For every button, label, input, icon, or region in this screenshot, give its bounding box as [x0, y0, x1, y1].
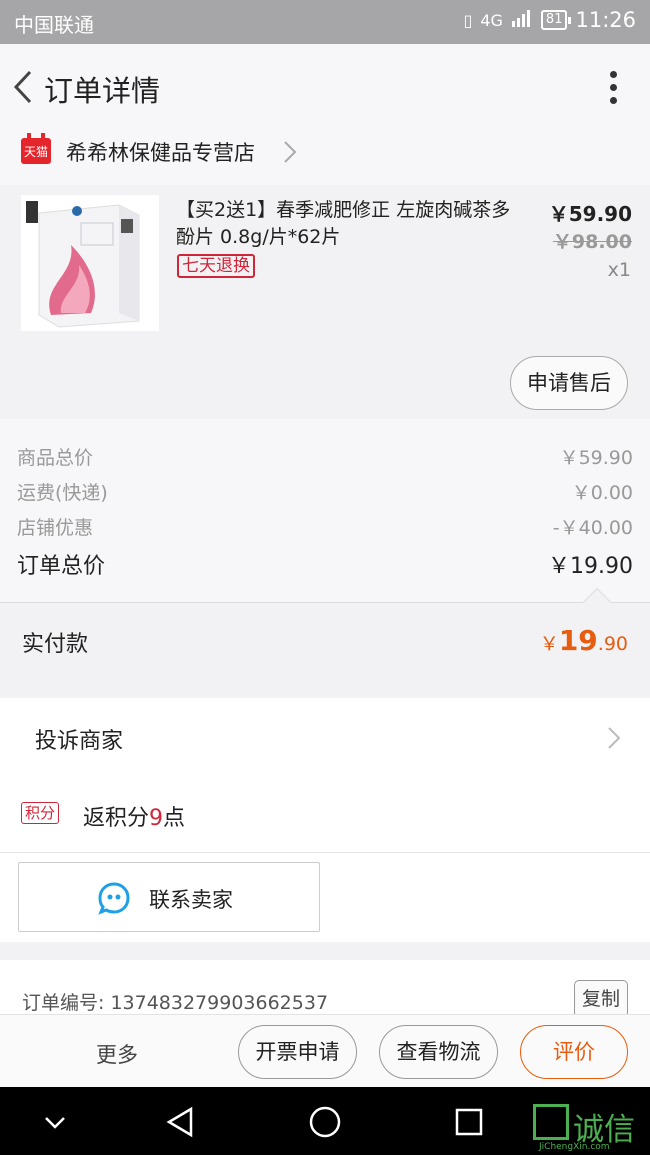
points-prefix: 返积分 [83, 806, 150, 831]
summary-label: 店铺优惠 [17, 517, 94, 539]
payment-decimal: .90 [597, 633, 628, 655]
contact-seller-label: 联系卖家 [149, 888, 233, 912]
carrier-name: 中国联通 [14, 13, 94, 37]
points-number: 9 [149, 806, 164, 831]
product-title[interactable]: 【买2送1】春季减肥修正 左旋肉碱茶多酚片 0.8g/片*62片 [176, 197, 516, 251]
order-number: 订单编号: 137483279903662537 [22, 992, 329, 1014]
order-total-label: 订单总价 [17, 554, 106, 579]
shop-row[interactable]: 天猫 希希林保健品专营店 [0, 130, 650, 185]
vibrate-icon: ▯ [463, 10, 473, 30]
payment-integer: 19 [558, 624, 598, 657]
system-nav-bar: 诚信 JiChengXin.com [0, 1087, 650, 1155]
order-total-value: ￥19.90 [548, 554, 633, 579]
bottom-action-bar: 更多 开票申请 查看物流 评价 [0, 1014, 650, 1087]
more-button[interactable]: 更多 [96, 1039, 138, 1069]
seven-day-return-badge: 七天退换 [177, 254, 255, 278]
product-quantity: x1 [607, 259, 631, 281]
shop-name: 希希林保健品专营店 [66, 141, 255, 165]
actual-payment-value: ￥19.90 [540, 624, 628, 657]
summary-row: 运费(快递) ￥0.00 [17, 478, 633, 505]
summary-value: -￥40.00 [552, 517, 633, 539]
apply-aftersale-button[interactable]: 申请售后 [510, 356, 628, 410]
complain-merchant-label: 投诉商家 [35, 729, 124, 754]
points-reward-text: 返积分9点 [83, 800, 185, 832]
signal-icon [511, 8, 533, 32]
chat-bubble-icon [97, 881, 131, 915]
watermark-box-icon [533, 1104, 569, 1140]
product-card[interactable]: 【买2送1】春季减肥修正 左旋肉碱茶多酚片 0.8g/片*62片 七天退换 ￥5… [0, 185, 650, 419]
back-arrow-icon[interactable] [10, 69, 40, 105]
page-title: 订单详情 [44, 74, 161, 108]
battery-icon: 81 [540, 10, 571, 30]
order-info: 订单编号: 137483279903662537 复制 [0, 960, 650, 1018]
points-badge: 积分 [21, 802, 60, 824]
summary-row: 店铺优惠 -￥40.00 [17, 513, 633, 540]
order-total-row: 订单总价 ￥19.90 [17, 548, 633, 580]
divider [0, 852, 650, 853]
network-type: 4G [480, 10, 503, 30]
points-suffix: 点 [163, 806, 186, 831]
currency-symbol: ￥ [539, 633, 559, 655]
status-icons: ▯ 4G 81 11:26 [464, 8, 636, 32]
back-triangle-icon[interactable] [163, 1105, 197, 1139]
clock: 11:26 [575, 8, 636, 32]
contact-seller-button[interactable]: 联系卖家 [18, 862, 320, 932]
chevron-right-icon [282, 139, 298, 165]
complain-merchant-row[interactable]: 投诉商家 [0, 698, 650, 776]
copy-button[interactable]: 复制 [574, 980, 628, 1018]
product-original-price: ￥98.00 [552, 231, 632, 253]
home-circle-icon[interactable] [308, 1105, 342, 1139]
recents-square-icon[interactable] [452, 1105, 486, 1139]
view-logistics-button[interactable]: 查看物流 [379, 1025, 498, 1079]
price-summary: 商品总价 ￥59.90 运费(快递) ￥0.00 店铺优惠 -￥40.00 订单… [0, 419, 650, 602]
summary-label: 商品总价 [17, 447, 94, 469]
status-bar: 中国联通 ▯ 4G 81 11:26 [0, 0, 650, 44]
service-section: 投诉商家 积分 返积分9点 联系卖家 [0, 698, 650, 942]
watermark-logo: 诚信 JiChengXin.com [533, 1102, 650, 1152]
actual-payment-label: 实付款 [22, 632, 89, 657]
product-image[interactable] [21, 195, 159, 331]
watermark-subtext: JiChengXin.com [539, 1142, 610, 1152]
more-options-icon[interactable] [610, 71, 618, 105]
invoice-request-button[interactable]: 开票申请 [238, 1025, 357, 1079]
review-button[interactable]: 评价 [520, 1025, 628, 1079]
nav-bar: 订单详情 [0, 44, 650, 130]
summary-value: ￥0.00 [571, 482, 633, 504]
actual-payment-row: 实付款 ￥19.90 [0, 587, 650, 682]
summary-label: 运费(快递) [17, 482, 108, 504]
summary-row: 商品总价 ￥59.90 [17, 443, 633, 470]
chevron-right-icon [606, 725, 622, 751]
product-price: ￥59.90 [548, 202, 632, 226]
chevron-down-icon[interactable] [38, 1105, 72, 1139]
summary-value: ￥59.90 [559, 447, 633, 469]
tmall-logo: 天猫 [21, 133, 51, 164]
